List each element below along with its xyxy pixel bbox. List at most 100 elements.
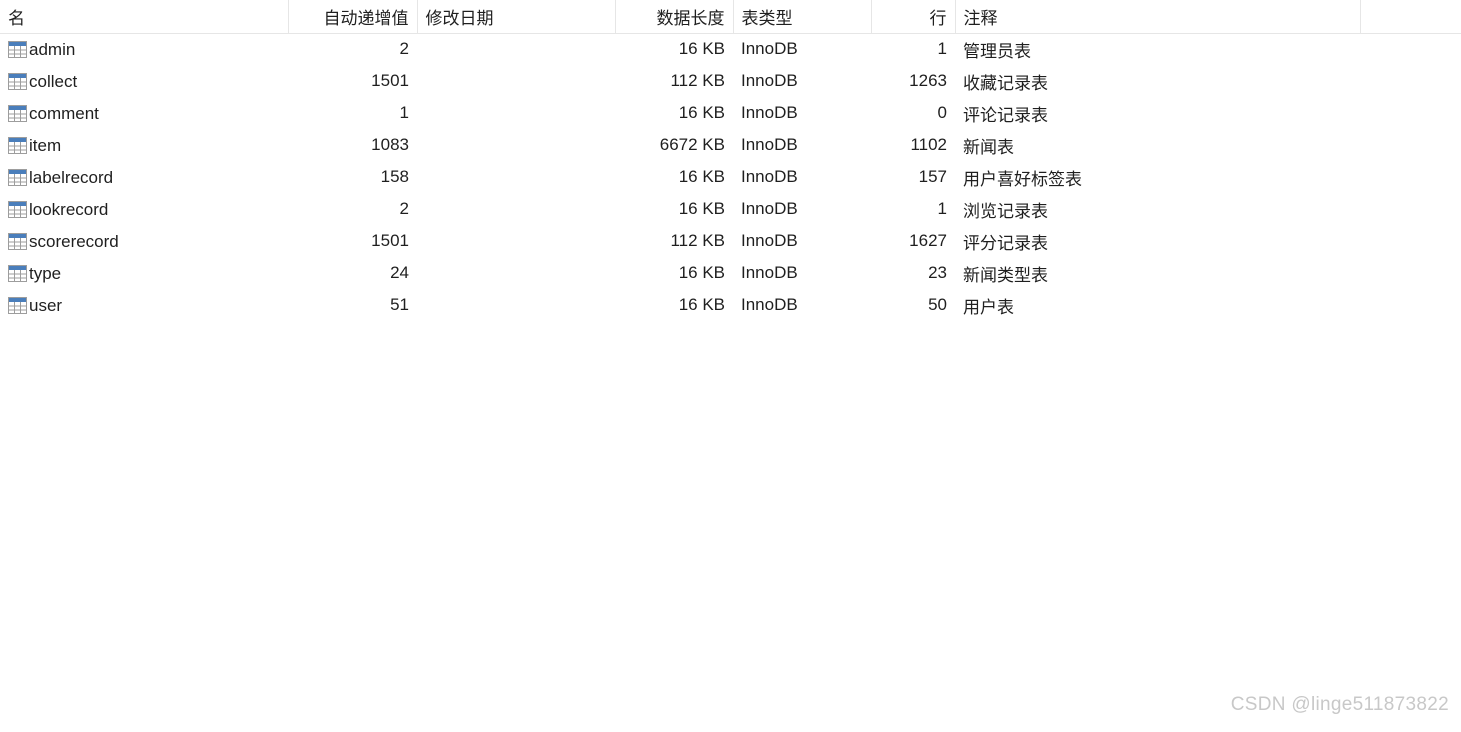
cell-comment[interactable]: 管理员表	[955, 33, 1360, 65]
table-row[interactable]: type 24 16 KB InnoDB 23 新闻类型表	[0, 257, 1461, 289]
table-name-container: item	[8, 135, 280, 155]
cell-spacer	[1360, 97, 1461, 129]
cell-table-name[interactable]: lookrecord	[0, 193, 288, 225]
table-name-container: collect	[8, 72, 280, 90]
cell-spacer	[1360, 257, 1461, 289]
column-header-data-length[interactable]: 数据长度	[615, 0, 734, 34]
cell-row-count[interactable]: 1	[871, 33, 955, 65]
database-tables-grid: 名 自动递增值 修改日期 数据长度 表类型 行 注释 admin 2 16 KB In…	[0, 0, 1461, 732]
cell-auto-increment[interactable]: 1501	[288, 65, 417, 97]
cell-modified-date[interactable]	[417, 33, 615, 65]
table-name-label: item	[29, 135, 62, 155]
cell-auto-increment[interactable]: 1	[288, 97, 417, 129]
cell-spacer	[1360, 161, 1461, 193]
cell-table-type[interactable]: InnoDB	[733, 161, 871, 193]
table-row[interactable]: scorerecord 1501 112 KB InnoDB 1627 评分记录表	[0, 225, 1461, 257]
cell-row-count[interactable]: 0	[871, 97, 955, 129]
cell-table-name[interactable]: scorerecord	[0, 225, 288, 257]
cell-comment[interactable]: 收藏记录表	[955, 65, 1360, 97]
cell-modified-date[interactable]	[417, 97, 615, 129]
table-name-label: scorerecord	[29, 231, 119, 251]
cell-comment[interactable]: 浏览记录表	[955, 193, 1360, 225]
table-grid-icon	[8, 168, 27, 186]
cell-table-name[interactable]: item	[0, 129, 288, 161]
cell-row-count[interactable]: 1102	[871, 129, 955, 161]
cell-data-length[interactable]: 112 KB	[615, 65, 733, 97]
cell-auto-increment[interactable]: 1083	[288, 129, 417, 161]
cell-auto-increment[interactable]: 1501	[288, 225, 417, 257]
table-name-label: user	[29, 295, 63, 315]
cell-comment[interactable]: 新闻类型表	[955, 257, 1360, 289]
column-header-auto-increment[interactable]: 自动递增值	[288, 0, 418, 34]
cell-comment[interactable]: 评论记录表	[955, 97, 1360, 129]
cell-modified-date[interactable]	[417, 193, 615, 225]
cell-data-length[interactable]: 16 KB	[615, 257, 733, 289]
table-grid-icon	[8, 104, 27, 122]
table-name-container: admin	[8, 40, 280, 58]
table-grid-icon	[8, 40, 27, 58]
cell-data-length[interactable]: 112 KB	[615, 225, 733, 257]
table-row[interactable]: labelrecord 158 16 KB InnoDB 157 用户喜好标签表	[0, 161, 1461, 193]
cell-table-type[interactable]: InnoDB	[733, 97, 871, 129]
table-row[interactable]: admin 2 16 KB InnoDB 1 管理员表	[0, 33, 1461, 65]
cell-modified-date[interactable]	[417, 161, 615, 193]
cell-auto-increment[interactable]: 2	[288, 193, 417, 225]
cell-modified-date[interactable]	[417, 65, 615, 97]
cell-table-type[interactable]: InnoDB	[733, 129, 871, 161]
table-name-label: labelrecord	[29, 167, 114, 187]
table-row[interactable]: lookrecord 2 16 KB InnoDB 1 浏览记录表	[0, 193, 1461, 225]
cell-comment[interactable]: 新闻表	[955, 129, 1360, 161]
cell-table-type[interactable]: InnoDB	[733, 33, 871, 65]
cell-table-name[interactable]: admin	[0, 33, 288, 65]
cell-table-type[interactable]: InnoDB	[733, 225, 871, 257]
table-name-label: lookrecord	[29, 199, 109, 219]
tables-table: 名 自动递增值 修改日期 数据长度 表类型 行 注释 admin 2 16 KB In…	[0, 0, 1461, 321]
cell-modified-date[interactable]	[417, 257, 615, 289]
cell-auto-increment[interactable]: 24	[288, 257, 417, 289]
cell-table-name[interactable]: collect	[0, 65, 288, 97]
cell-row-count[interactable]: 50	[871, 289, 955, 321]
cell-data-length[interactable]: 16 KB	[615, 97, 733, 129]
table-name-label: type	[29, 263, 62, 283]
column-header-spacer[interactable]	[1360, 0, 1461, 34]
column-header-modified-date[interactable]: 修改日期	[417, 0, 616, 34]
cell-table-name[interactable]: labelrecord	[0, 161, 288, 193]
table-name-container: lookrecord	[8, 199, 280, 219]
table-row[interactable]: collect 1501 112 KB InnoDB 1263 收藏记录表	[0, 65, 1461, 97]
column-header-table-type[interactable]: 表类型	[733, 0, 872, 34]
table-grid-icon	[8, 296, 27, 314]
cell-table-name[interactable]: user	[0, 289, 288, 321]
cell-data-length[interactable]: 16 KB	[615, 161, 733, 193]
cell-table-type[interactable]: InnoDB	[733, 289, 871, 321]
cell-auto-increment[interactable]: 158	[288, 161, 417, 193]
cell-modified-date[interactable]	[417, 225, 615, 257]
column-header-comment[interactable]: 注释	[955, 0, 1361, 34]
cell-modified-date[interactable]	[417, 129, 615, 161]
cell-comment[interactable]: 评分记录表	[955, 225, 1360, 257]
table-row[interactable]: user 51 16 KB InnoDB 50 用户表	[0, 289, 1461, 321]
cell-row-count[interactable]: 1263	[871, 65, 955, 97]
cell-row-count[interactable]: 157	[871, 161, 955, 193]
cell-table-type[interactable]: InnoDB	[733, 257, 871, 289]
cell-comment[interactable]: 用户表	[955, 289, 1360, 321]
cell-data-length[interactable]: 16 KB	[615, 289, 733, 321]
cell-row-count[interactable]: 1	[871, 193, 955, 225]
table-row[interactable]: comment 1 16 KB InnoDB 0 评论记录表	[0, 97, 1461, 129]
cell-comment[interactable]: 用户喜好标签表	[955, 161, 1360, 193]
cell-table-name[interactable]: comment	[0, 97, 288, 129]
cell-table-type[interactable]: InnoDB	[733, 65, 871, 97]
cell-data-length[interactable]: 16 KB	[615, 33, 733, 65]
cell-table-name[interactable]: type	[0, 257, 288, 289]
cell-data-length[interactable]: 6672 KB	[615, 129, 733, 161]
cell-auto-increment[interactable]: 51	[288, 289, 417, 321]
cell-row-count[interactable]: 1627	[871, 225, 955, 257]
cell-auto-increment[interactable]: 2	[288, 33, 417, 65]
table-row[interactable]: item 1083 6672 KB InnoDB 1102 新闻表	[0, 129, 1461, 161]
cell-modified-date[interactable]	[417, 289, 615, 321]
cell-data-length[interactable]: 16 KB	[615, 193, 733, 225]
cell-table-type[interactable]: InnoDB	[733, 193, 871, 225]
cell-spacer	[1360, 65, 1461, 97]
column-header-rows[interactable]: 行	[871, 0, 956, 34]
cell-row-count[interactable]: 23	[871, 257, 955, 289]
column-header-name[interactable]: 名	[0, 0, 289, 34]
